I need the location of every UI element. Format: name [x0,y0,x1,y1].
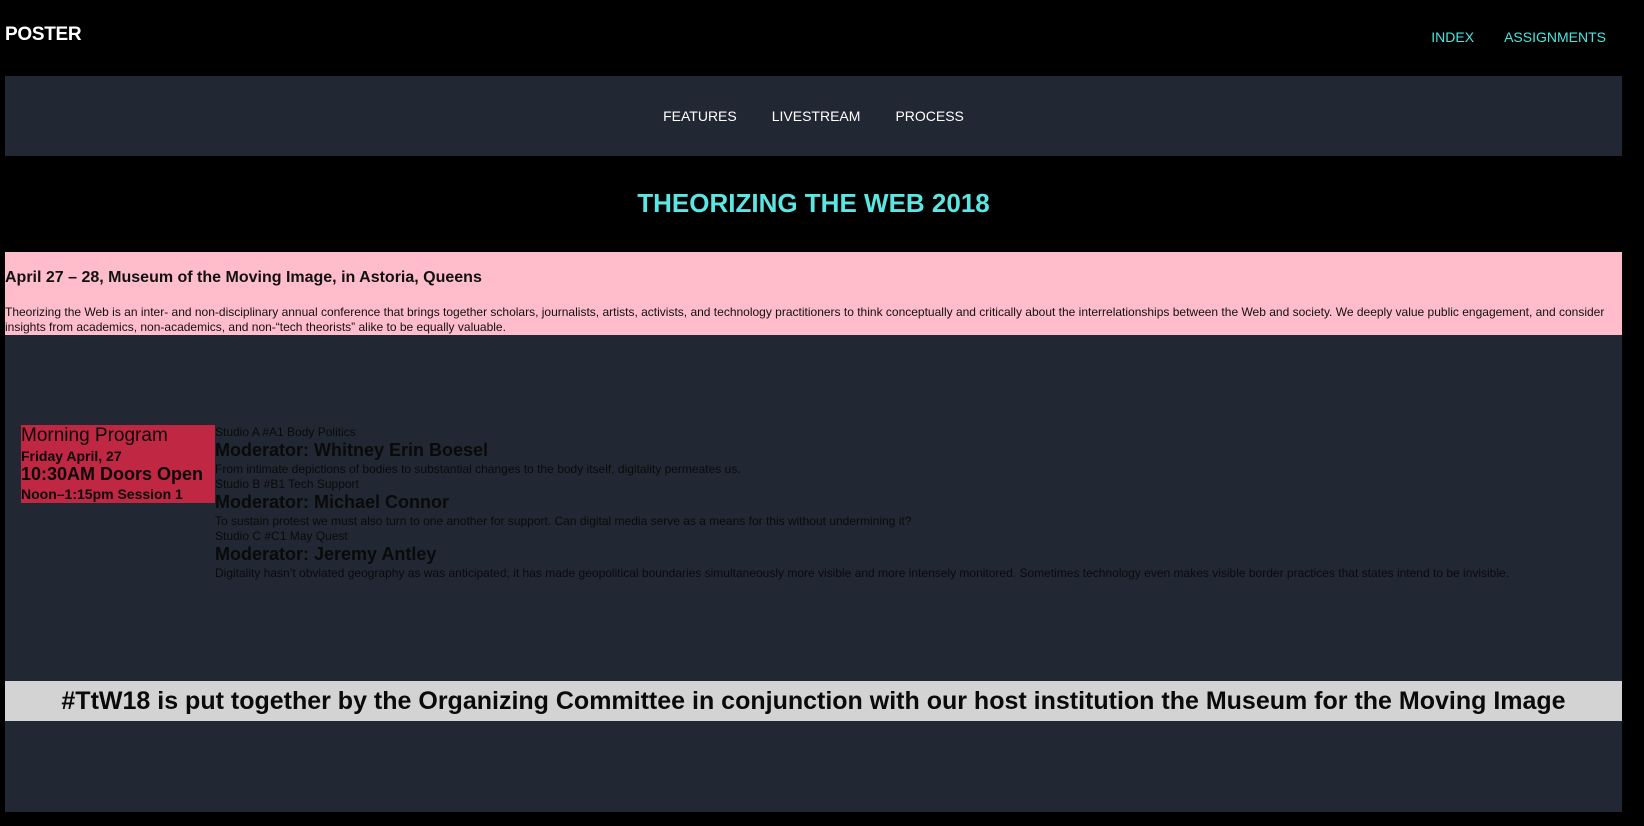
session-title: Studio A #A1 Body Politics [215,425,356,439]
intro-text: Theorizing the Web is an inter- and non-… [5,305,1605,334]
top-nav: INDEX ASSIGNMENTS [1431,29,1606,45]
top-bar: POSTER INDEX ASSIGNMENTS [0,0,1644,76]
brand-logo[interactable]: POSTER [5,24,82,46]
footer-banner: #TtW18 is put together by the Organizing… [5,681,1622,721]
nav-link-assignments[interactable]: ASSIGNMENTS [1504,29,1606,45]
program-section: Morning Program Friday April, 27 10:30AM… [5,335,1622,812]
intro-heading: April 27 – 28, Museum of the Moving Imag… [5,269,482,286]
session-moderator: Moderator: Whitney Erin Boesel [215,440,489,460]
intro-section: April 27 – 28, Museum of the Moving Imag… [5,252,1622,335]
page-title: THEORIZING THE WEB 2018 [637,188,990,218]
session-description: To sustain protest we must also turn to … [215,514,912,528]
program-doors: 10:30AM Doors Open [21,464,204,484]
session-moderator: Moderator: Jeremy Antley [215,544,437,564]
nav-link-index[interactable]: INDEX [1431,29,1474,45]
session-description: Digitality hasn’t obviated geography as … [215,566,1510,580]
session-title: Studio C #C1 May Quest [215,529,348,543]
program-date: Friday April, 27 [21,448,122,464]
program-session-time: Noon–1:15pm Session 1 [21,486,183,502]
session-item: Studio C #C1 May Quest Moderator: Jeremy… [215,530,1615,582]
program-title: Morning Program [21,425,168,446]
session-title: Studio B #B1 Tech Support [215,477,359,491]
session-list: Studio A #A1 Body Politics Moderator: Wh… [215,426,1615,582]
session-moderator: Moderator: Michael Connor [215,492,450,512]
program-card: Morning Program Friday April, 27 10:30AM… [21,425,215,503]
subnav-item-process[interactable]: PROCESS [895,108,963,124]
subnav-item-features[interactable]: FEATURES [663,108,737,124]
session-item: Studio B #B1 Tech Support Moderator: Mic… [215,478,1615,530]
subnav-item-livestream[interactable]: LIVESTREAM [772,108,861,124]
session-item: Studio A #A1 Body Politics Moderator: Wh… [215,426,1615,478]
sub-nav: FEATURES LIVESTREAM PROCESS [5,76,1622,156]
session-description: From intimate depictions of bodies to su… [215,462,741,476]
footer-text: #TtW18 is put together by the Organizing… [61,686,1566,715]
